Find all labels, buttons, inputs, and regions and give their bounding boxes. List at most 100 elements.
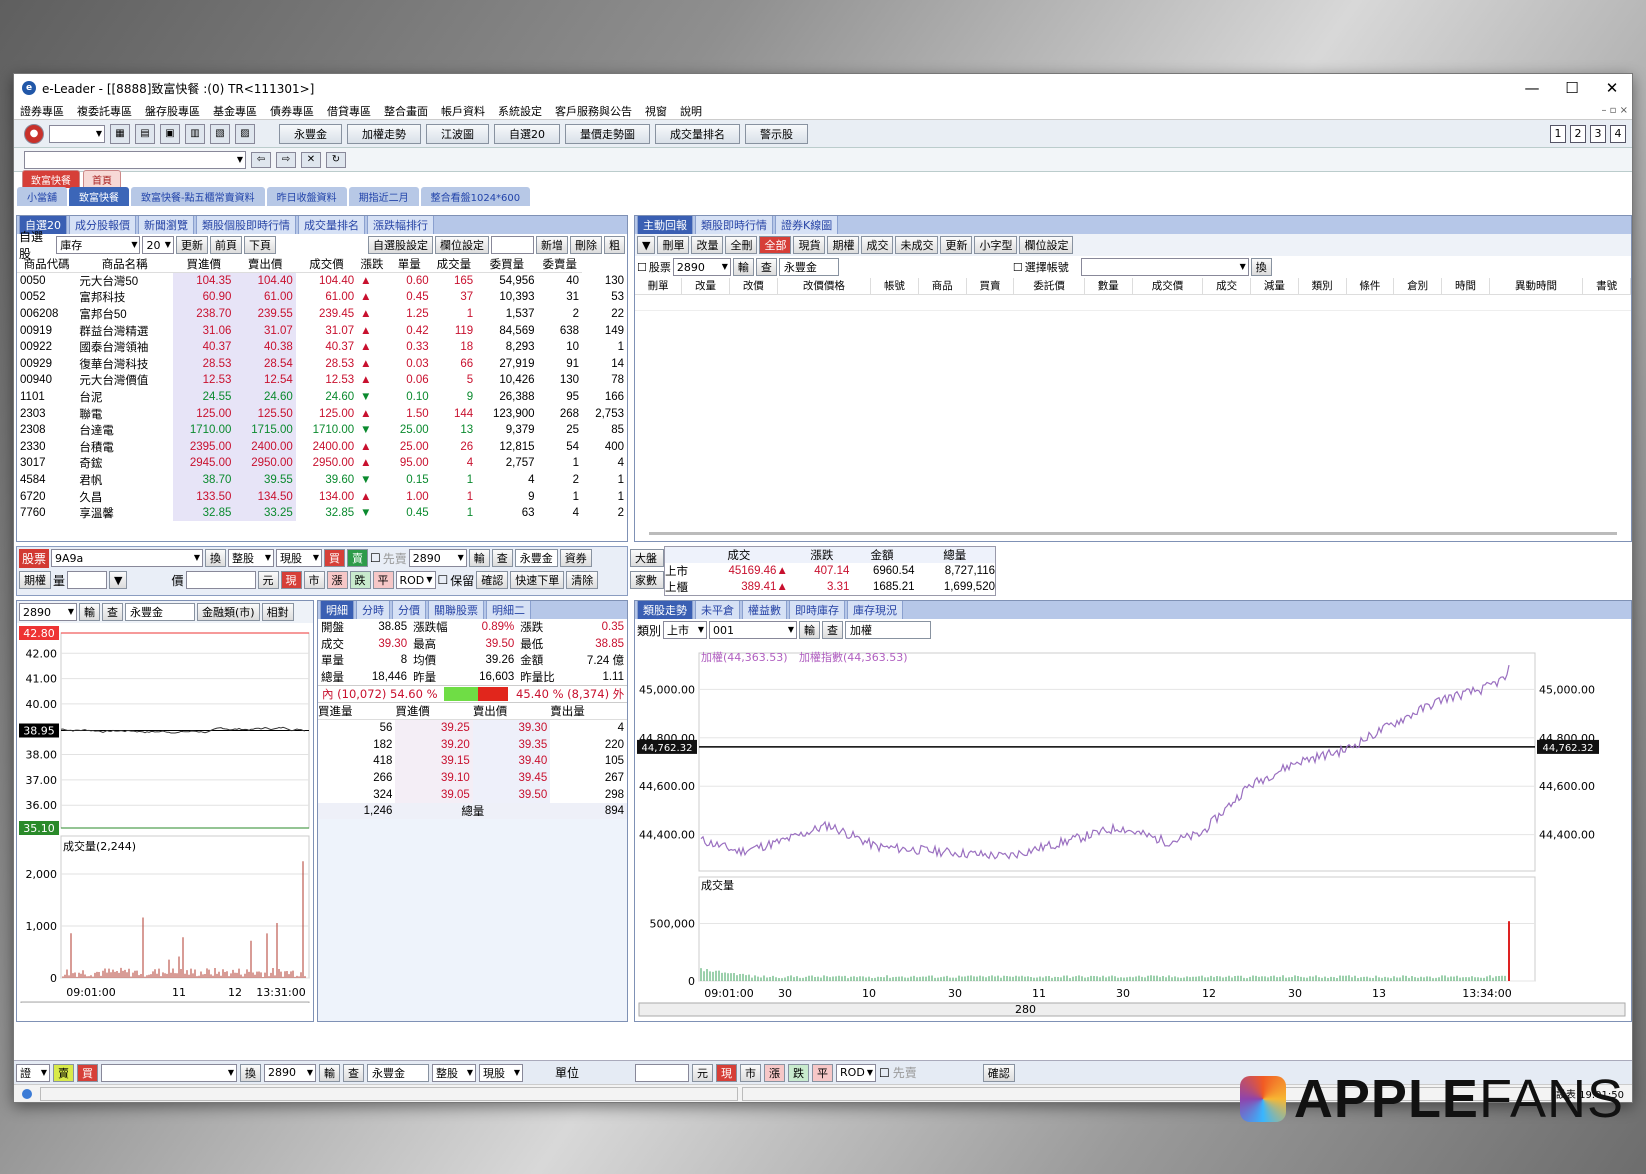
tab-detail2[interactable]: 明細二 [486,601,531,619]
chart-icon[interactable]: ▧ [210,123,230,144]
tab-inventory-status[interactable]: 庫存現況 [847,601,903,619]
book-row[interactable]: 56 39.25 39.30 4 [318,719,627,737]
relative-tab[interactable]: 相對 [261,603,294,621]
tab-pawn[interactable]: 小當舖 [17,187,67,206]
cancel-order-button[interactable]: 刪單 [657,236,690,254]
minimize-button[interactable]: — [1512,79,1552,97]
quick-account-select[interactable] [101,1063,237,1082]
filter-icon[interactable]: ▼ [637,236,656,254]
window-icon[interactable]: ▣ [160,123,180,144]
report-col-header[interactable]: 類別 [1298,278,1347,295]
report-col-header[interactable]: 成交價 [1132,278,1204,295]
tab-equity[interactable]: 權益數 [742,601,787,619]
toolbar-select[interactable] [49,124,105,143]
price-market-button[interactable]: 市 [303,571,325,589]
confirm-order-button[interactable]: 確認 [476,571,509,589]
price-limit-up-button[interactable]: 漲 [326,571,348,589]
unfilled-filter-button[interactable]: 未成交 [895,236,939,254]
small-font-button[interactable]: 小字型 [974,236,1018,254]
price-flat-button[interactable]: 平 [372,571,394,589]
quick-sellfirst-checkbox[interactable]: ☐ [879,1066,890,1080]
table-row[interactable]: 3017 奇鋐 2945.00 2950.00 2950.00 ▲ 95.00 4 2,757 1… [17,455,627,472]
tab-components[interactable]: 成分股報價 [69,216,136,234]
table-row[interactable]: 4584 君帆 38.70 39.55 39.60 ▼ 0.15 1 4 2 1 [17,471,627,489]
tab-kline[interactable]: 證券K線圖 [775,216,839,234]
menu-item[interactable]: 系統設定 [498,103,542,119]
quick-limitdown-button[interactable]: 跌 [788,1063,810,1082]
account-id-select[interactable]: 9A9a [51,549,204,567]
layout-icon[interactable]: ▥ [185,123,205,144]
tab-active-report[interactable]: 主動回報 [637,216,693,234]
index-query-button[interactable]: 查 [822,621,844,639]
quick-rod-select[interactable]: ROD [836,1063,877,1082]
layout-1-button[interactable]: 1 [1550,124,1566,143]
refresh-report-button[interactable]: 更新 [940,236,973,254]
report-col-header[interactable]: 改價 [729,278,778,295]
report-col-header[interactable]: 倉別 [1393,278,1443,295]
book-row[interactable]: 182 39.20 39.35 220 [318,736,627,754]
col-header[interactable]: 買進價 [173,256,235,273]
sell-first-checkbox[interactable]: ☐ [370,551,381,565]
lot-type-select[interactable]: 整股 [228,549,275,567]
table-row[interactable]: 2330 台積電 2395.00 2400.00 2400.00 ▲ 25.00 26 12,8… [17,438,627,456]
tab-realtime-inventory[interactable]: 即時庫存 [789,601,845,619]
advance-decline-button[interactable]: 家數 [630,571,664,589]
tab-timeshare[interactable]: 分時 [356,601,390,619]
table-row[interactable]: 0050 元大台灣50 104.35 104.40 104.40 ▲ 0.60 165 54,9… [17,272,627,290]
qty-dropdown[interactable]: ▼ [109,571,128,589]
options-tab[interactable]: 期權 [19,571,51,589]
report-col-header[interactable]: 時間 [1441,278,1490,295]
fast-order-button[interactable]: 快速下單 [510,571,565,589]
table-row[interactable]: 2303 聯電 125.00 125.50 125.00 ▲ 1.50 144 123,900 2… [17,405,627,422]
layout-4-button[interactable]: 4 [1610,124,1626,143]
volume-price-button[interactable]: 量價走勢圖 [565,123,650,144]
trade-type-select[interactable]: 現股 [276,549,323,567]
forward-icon[interactable]: ⇨ [276,151,296,168]
order-code-select[interactable]: 2890 [408,549,467,567]
volume-rank-button[interactable]: 成交量排名 [655,123,740,144]
clear-order-button[interactable]: 清除 [566,571,599,589]
menu-item[interactable]: 債券專區 [270,103,314,119]
table-row[interactable]: 006208 富邦台50 238.70 239.55 239.45 ▲ 1.25 1 1,537… [17,305,627,323]
menu-item[interactable]: 帳戶資料 [441,103,485,119]
quick-input-button[interactable]: 輸 [319,1063,340,1082]
grid-icon[interactable]: ▦ [110,123,130,144]
quick-swap-button[interactable]: 換 [240,1063,261,1082]
menu-item[interactable]: 盤存股專區 [145,103,200,119]
account-checkbox[interactable]: ☐ [1013,261,1023,274]
quick-flat-button[interactable]: 平 [812,1063,834,1082]
quick-query-button[interactable]: 查 [343,1063,364,1082]
account-swap-button[interactable]: 換 [1250,258,1272,276]
change-qty-button[interactable]: 改量 [691,236,724,254]
report-col-header[interactable]: 數量 [1084,278,1133,295]
column-settings-button[interactable]: 欄位設定 [434,236,489,254]
report-input-button[interactable]: 輸 [732,258,754,276]
tab-fast-meal[interactable]: 致富快餐 [22,170,80,188]
table-row[interactable]: 0052 富邦科技 60.90 61.00 61.00 ▲ 0.45 37 10,393 31 53 [17,289,627,306]
mini-input-button[interactable]: 輸 [79,603,100,621]
col-header[interactable]: 成交量 [431,256,477,273]
col-header[interactable]: 成交價 [295,256,358,273]
menu-item[interactable]: 證券專區 [20,103,64,119]
report-col-header[interactable]: 減量 [1250,278,1299,295]
table-row[interactable]: 1101 台泥 24.55 24.60 24.60 ▼ 0.10 9 26,388 95 166 [17,388,627,406]
quick-market-button[interactable]: 市 [740,1063,762,1082]
report-columns-button[interactable]: 欄位設定 [1019,236,1074,254]
menu-item[interactable]: 視窗 [645,103,667,119]
back-icon[interactable]: ⇦ [251,151,271,168]
mini-query-button[interactable]: 查 [102,603,123,621]
warning-stock-button[interactable]: 警示股 [745,123,808,144]
stop-icon[interactable]: ✕ [301,151,321,168]
close-button[interactable]: ✕ [1592,79,1632,97]
sector-tab[interactable]: 金融類(市) [197,603,260,621]
quick-buy-button[interactable]: 買 [77,1063,98,1082]
tab-detail[interactable]: 明細 [320,601,354,619]
tab-sector-trend[interactable]: 類股走勢 [637,601,693,619]
price-input[interactable] [185,571,256,589]
panel-icon[interactable]: ▨ [235,123,255,144]
col-header[interactable]: 委買量 [476,256,538,273]
menu-item[interactable]: 複委託專區 [77,103,132,119]
report-col-header[interactable]: 書號 [1582,278,1631,295]
report-col-header[interactable]: 條件 [1346,278,1395,295]
report-col-header[interactable]: 買賣 [966,278,1015,295]
